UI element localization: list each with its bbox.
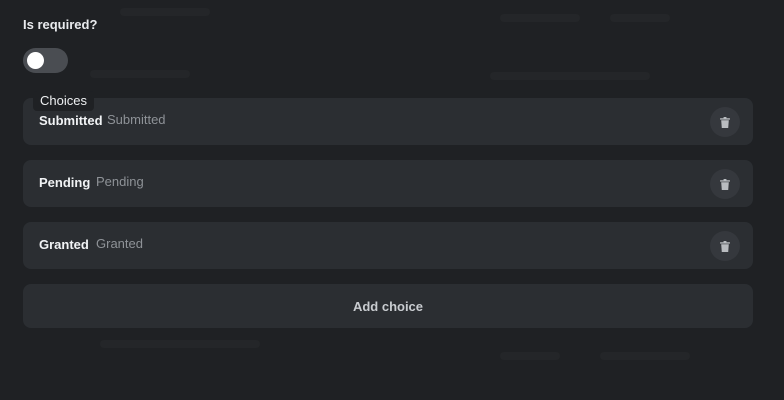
choice-value-input[interactable]: Submitted <box>107 112 166 127</box>
choice-row-pending[interactable]: Pending Pending <box>23 160 753 207</box>
toggle-knob <box>27 52 44 69</box>
trash-icon <box>720 178 730 190</box>
choices-label: Choices <box>33 91 94 111</box>
choice-label: Submitted <box>39 113 103 128</box>
trash-icon <box>720 240 730 252</box>
choice-value-input[interactable]: Granted <box>96 236 143 251</box>
trash-icon <box>720 116 730 128</box>
delete-choice-button[interactable] <box>710 169 740 199</box>
add-choice-button[interactable]: Add choice <box>23 284 753 328</box>
is-required-label: Is required? <box>23 17 98 32</box>
delete-choice-button[interactable] <box>710 231 740 261</box>
delete-choice-button[interactable] <box>710 107 740 137</box>
choice-row-submitted[interactable]: Submitted Submitted <box>23 98 753 145</box>
choice-label: Pending <box>39 175 91 190</box>
choice-value-input[interactable]: Pending <box>96 174 144 189</box>
choice-label: Granted <box>39 237 89 252</box>
is-required-toggle[interactable] <box>23 48 68 73</box>
choice-row-granted[interactable]: Granted Granted <box>23 222 753 269</box>
